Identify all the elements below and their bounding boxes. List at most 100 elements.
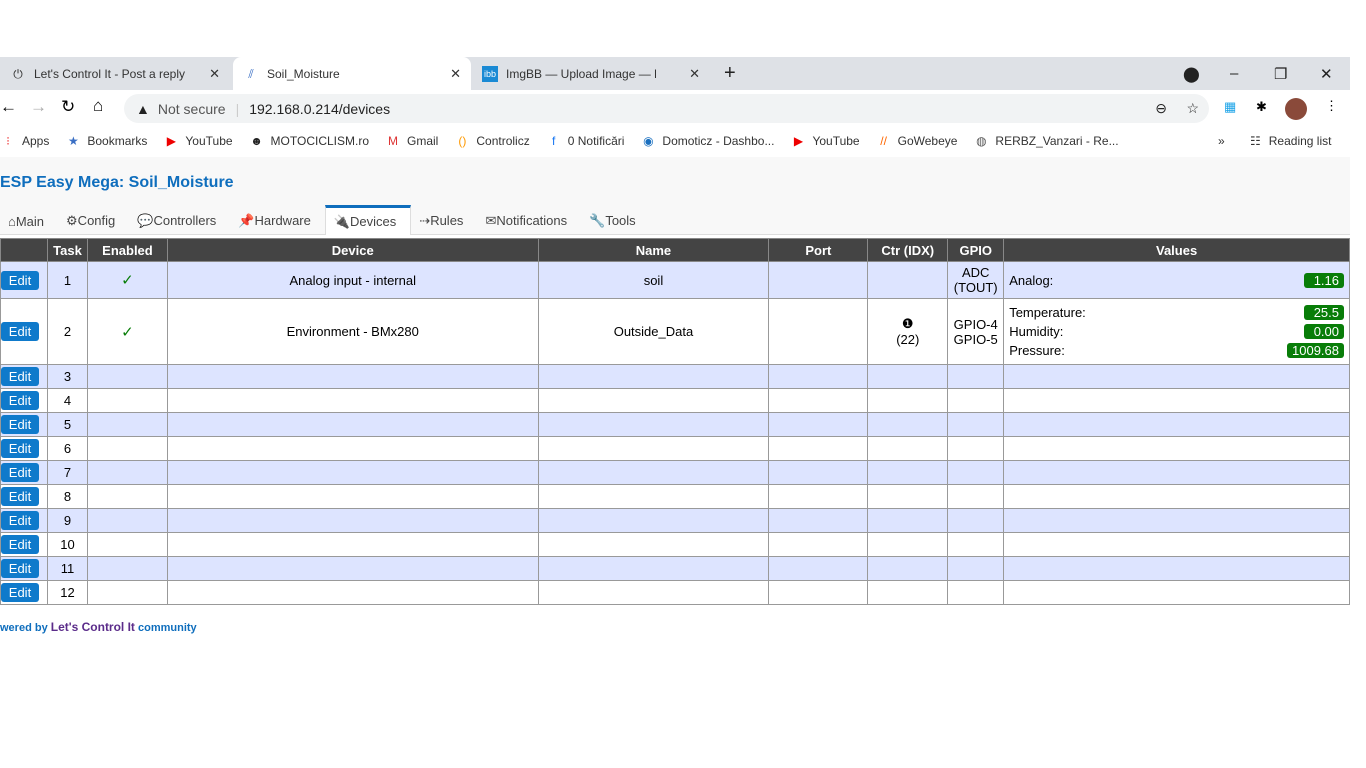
bookmark-item[interactable]: // GoWebeye <box>876 133 957 149</box>
minimize-button[interactable]: – <box>1230 57 1238 90</box>
edit-button[interactable]: Edit <box>0 415 39 434</box>
edit-cell: Edit <box>0 364 48 389</box>
bookmark-item[interactable]: ☻ MOTOCICLISM.ro <box>249 133 369 149</box>
bookmark-item[interactable]: () Controlicz <box>454 133 529 149</box>
edit-button[interactable]: Edit <box>0 511 39 530</box>
task-number: 2 <box>46 298 88 365</box>
edit-button[interactable]: Edit <box>0 463 39 482</box>
close-tab-icon[interactable]: ✕ <box>450 66 461 82</box>
security-label[interactable]: Not secure <box>158 101 226 117</box>
bookmark-item[interactable]: ◉ Domoticz - Dashbo... <box>640 133 774 149</box>
menu-tab[interactable]: ⌂Main <box>0 205 58 235</box>
device-cell: Analog input - internal <box>166 261 539 299</box>
menu-tab[interactable]: 💬Controllers <box>129 205 230 235</box>
zoom-icon[interactable]: ⊖ <box>1155 100 1167 117</box>
close-tab-icon[interactable]: ✕ <box>689 66 700 82</box>
edit-button[interactable]: Edit <box>0 559 39 578</box>
table-row: Edit 12 <box>0 580 1350 605</box>
table-row: Edit 7 <box>0 460 1350 485</box>
value-label: Pressure: <box>1009 343 1065 358</box>
bookmark-icon: // <box>880 134 887 148</box>
enabled-cell <box>86 364 168 389</box>
edit-button[interactable]: Edit <box>0 487 39 506</box>
column-header: Task <box>46 238 88 262</box>
tab-search-icon[interactable]: ⬤ <box>1183 57 1200 90</box>
tab-title: Soil_Moisture <box>267 66 340 81</box>
browser-tab-active[interactable]: ⫽ Soil_Moisture ✕ <box>233 57 471 90</box>
bookmark-label: Controlicz <box>476 134 530 148</box>
more-bookmarks-icon[interactable]: » <box>1218 134 1225 148</box>
bookmark-item[interactable]: ▶ YouTube <box>790 133 860 149</box>
enabled-cell <box>86 508 168 533</box>
edit-button[interactable]: Edit <box>0 391 39 410</box>
bookmark-item[interactable]: ▶ YouTube <box>163 133 233 149</box>
menu-tab[interactable]: ⚙Config <box>58 205 129 235</box>
menu-tab[interactable]: ✉Notifications <box>477 205 581 235</box>
star-icon[interactable]: ☆ <box>1186 100 1199 117</box>
menu-tab[interactable]: 🔌Devices <box>324 205 412 235</box>
bookmark-item[interactable]: ◍ RERBZ_Vanzari - Re... <box>973 133 1118 149</box>
name-cell: soil <box>537 261 770 299</box>
bookmark-item[interactable]: M Gmail <box>385 133 438 149</box>
name-cell <box>537 412 770 437</box>
controller-icon: ❶ <box>901 316 914 331</box>
home-icon[interactable]: ⌂ <box>93 96 103 116</box>
ctr-cell <box>867 532 949 557</box>
check-icon: ✓ <box>121 272 134 289</box>
windows-extension-icon[interactable]: ▦ <box>1224 99 1236 115</box>
main-menu: ⌂Main ⚙Config 💬Controllers 📌Hardware 🔌Device… <box>0 204 650 235</box>
bookmark-item[interactable]: ⁝ Apps <box>0 133 49 149</box>
enabled-cell <box>86 484 168 509</box>
gpio-cell <box>947 508 1005 533</box>
extensions-icon[interactable]: ✱ <box>1256 99 1267 115</box>
edit-button[interactable]: Edit <box>0 270 39 290</box>
values-cell <box>1003 412 1350 437</box>
page-title: ESP Easy Mega: Soil_Moisture <box>0 174 234 191</box>
bookmark-item[interactable]: f 0 Notificări <box>546 133 624 149</box>
table-row: Edit 8 <box>0 484 1350 509</box>
bookmark-icon: ▶ <box>793 134 804 148</box>
port-cell <box>768 364 869 389</box>
menu-tab[interactable]: 📌Hardware <box>230 205 325 235</box>
address-bar[interactable]: ▲ Not secure | 192.168.0.214/devices ⊖ ☆ <box>124 94 1209 123</box>
edit-button[interactable]: Edit <box>0 439 39 458</box>
ctr-cell <box>867 261 949 299</box>
page-header: ESP Easy Mega: Soil_Moisture ⌂Main ⚙Confi… <box>0 157 1350 235</box>
url-text[interactable]: 192.168.0.214/devices <box>249 101 390 117</box>
close-window-button[interactable]: ✕ <box>1320 57 1333 90</box>
reload-icon[interactable]: ↻ <box>61 97 75 117</box>
footer-brand-link[interactable]: Let's Control It <box>51 620 135 634</box>
task-number: 3 <box>46 364 88 389</box>
edit-button[interactable]: Edit <box>0 367 39 386</box>
gpio-cell <box>947 388 1005 413</box>
footer: wered by Let's Control It community <box>0 620 197 634</box>
bookmark-item[interactable]: ★ Bookmarks <box>65 133 147 149</box>
forward-icon[interactable]: → <box>30 97 47 117</box>
gpio-line: GPIO-4 <box>953 316 998 332</box>
edit-button[interactable]: Edit <box>0 535 39 554</box>
gpio-line: GPIO-5 <box>953 331 998 347</box>
browser-tab[interactable]: ibb ImgBB — Upload Image — Free I ✕ <box>472 57 710 90</box>
new-tab-button[interactable]: + <box>724 57 736 90</box>
menu-icon[interactable]: ⋮ <box>1325 98 1338 114</box>
reading-list-button[interactable]: ☷ Reading list <box>1250 134 1331 148</box>
menu-tab[interactable]: ⇢Rules <box>411 205 477 235</box>
edit-button[interactable]: Edit <box>0 322 39 341</box>
port-cell <box>768 508 869 533</box>
bookmark-label: YouTube <box>185 134 233 148</box>
port-cell <box>768 298 869 365</box>
devices-table: Task Enabled Device Name Port Ctr (IDX) GPIO Va… <box>0 238 1350 605</box>
avatar[interactable] <box>1285 98 1307 120</box>
close-tab-icon[interactable]: ✕ <box>209 66 220 82</box>
restore-button[interactable]: ❐ <box>1274 57 1287 90</box>
menu-tab[interactable]: 🔧Tools <box>581 205 650 235</box>
edit-cell: Edit <box>0 556 48 581</box>
edit-button[interactable]: Edit <box>0 583 39 602</box>
edit-cell: Edit <box>0 460 48 485</box>
column-header: Device <box>166 238 539 262</box>
browser-tab[interactable]: ⏻ Let's Control It - Post a reply ✕ <box>0 57 230 90</box>
edit-cell: Edit <box>0 508 48 533</box>
back-icon[interactable]: ← <box>0 97 17 117</box>
value-label: Analog: <box>1009 272 1054 288</box>
column-header: Enabled <box>86 238 168 262</box>
